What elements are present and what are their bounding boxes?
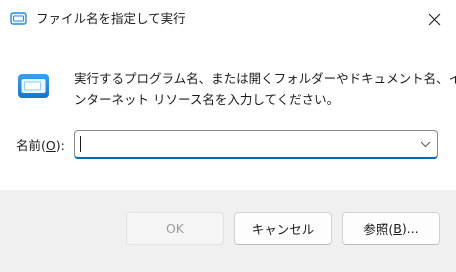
close-button[interactable] <box>412 0 456 38</box>
open-label-prefix: 名前( <box>16 138 46 153</box>
open-combobox[interactable] <box>74 130 438 159</box>
run-dialog: ファイル名を指定して実行 実行するプログラム名、または開くフォルダーやドキュメン… <box>0 0 456 272</box>
open-label-suffix: ): <box>55 138 65 153</box>
dropdown-button[interactable] <box>418 137 432 151</box>
open-field-label: 名前(O): <box>16 137 65 154</box>
open-input[interactable] <box>79 133 411 155</box>
browse-label-suffix: )... <box>401 221 419 236</box>
run-dialog-description: 実行するプログラム名、または開くフォルダーやドキュメント名、イ ンターネット リ… <box>74 68 456 110</box>
cancel-button[interactable]: キャンセル <box>234 212 332 245</box>
close-icon <box>428 13 440 25</box>
ok-button[interactable]: OK <box>126 212 224 245</box>
title-bar[interactable]: ファイル名を指定して実行 <box>0 0 456 38</box>
browse-label-prefix: 参照( <box>363 222 394 237</box>
text-caret <box>80 136 81 152</box>
open-label-access-key: O <box>45 138 56 153</box>
description-line-1: 実行するプログラム名、または開くフォルダーやドキュメント名、イ <box>74 71 456 86</box>
description-line-2: ンターネット リソース名を入力してください。 <box>74 92 340 107</box>
browse-access-key: B <box>393 221 402 236</box>
window-title: ファイル名を指定して実行 <box>36 11 186 26</box>
run-program-icon <box>16 71 51 101</box>
chevron-down-icon <box>420 141 430 147</box>
browse-button[interactable]: 参照(B)... <box>342 212 440 245</box>
run-dialog-icon <box>10 11 27 26</box>
